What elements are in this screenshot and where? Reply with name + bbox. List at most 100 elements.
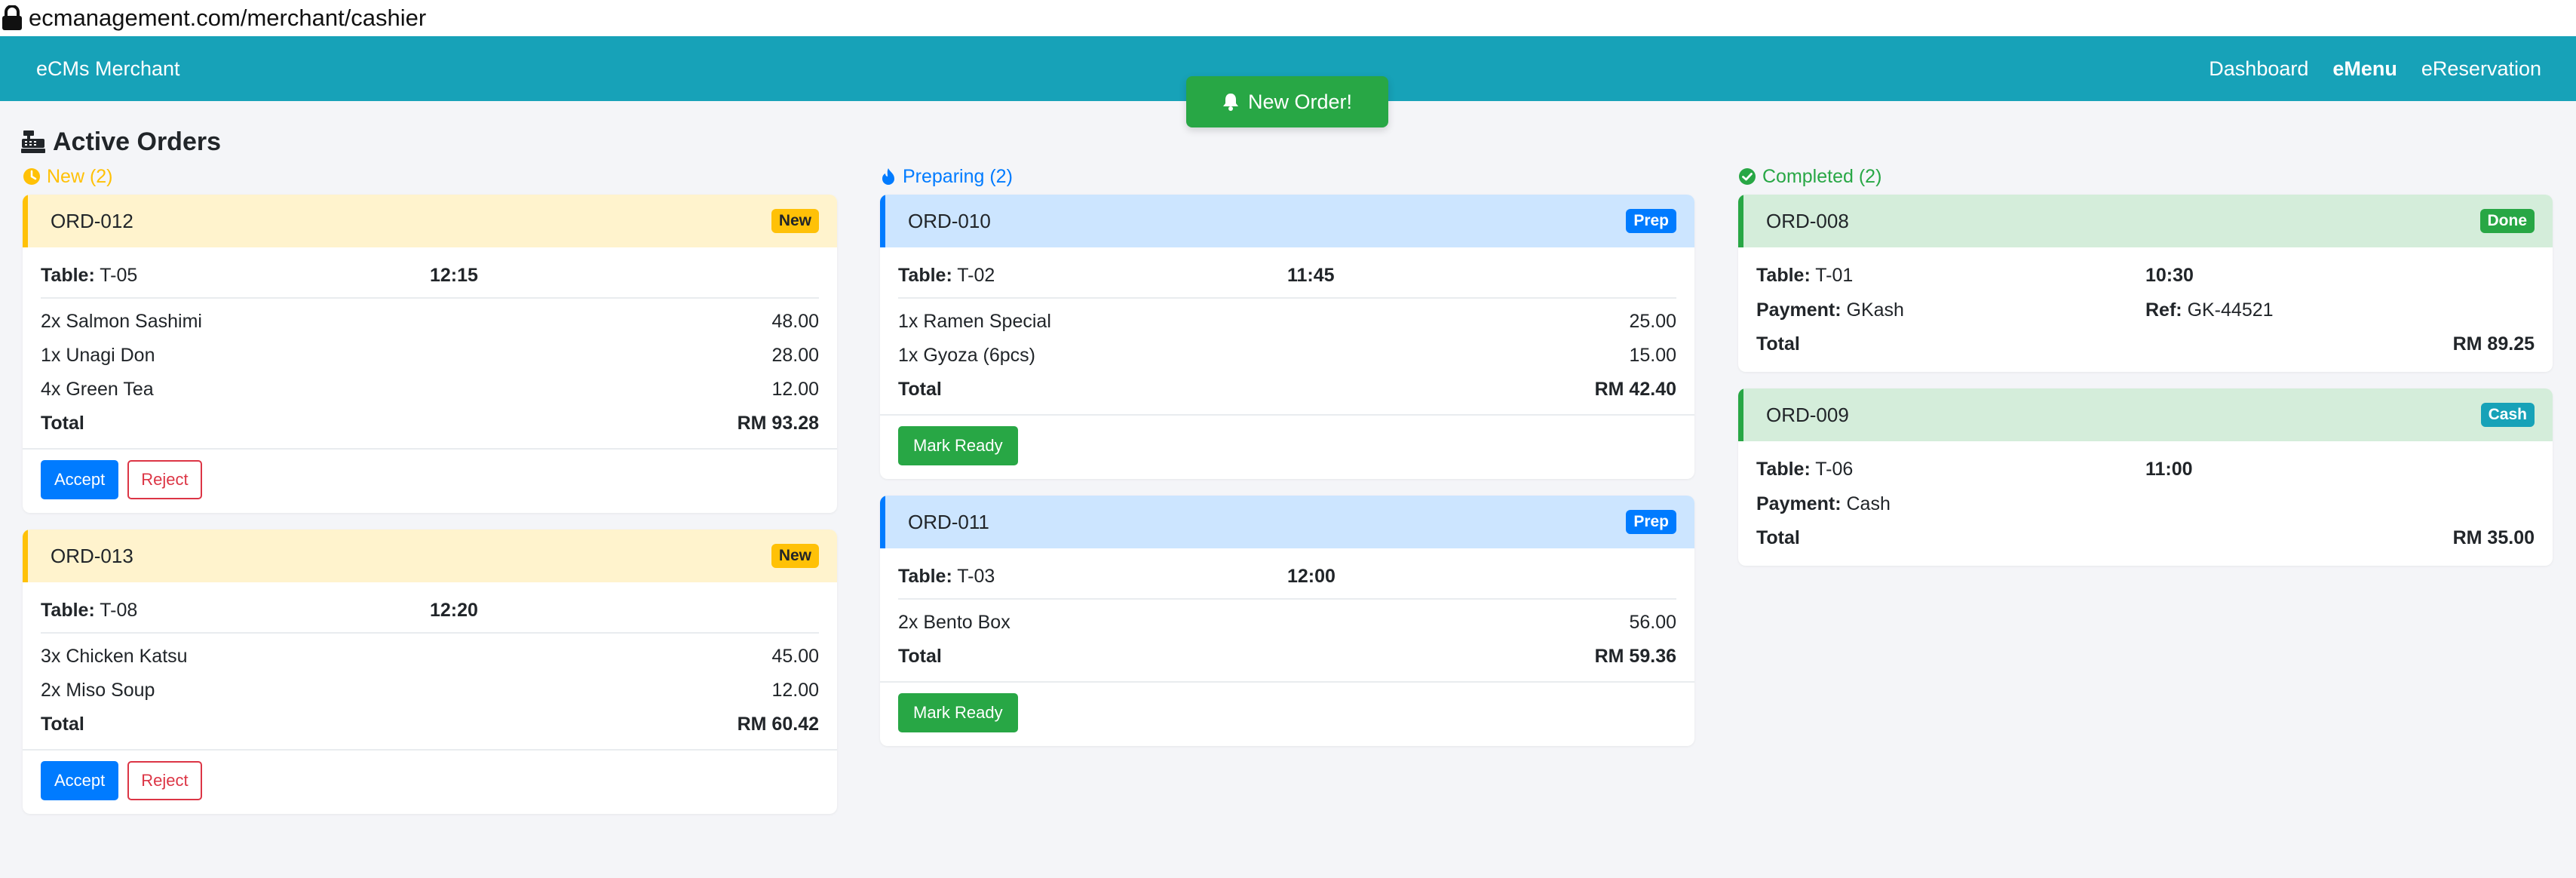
order-card-ord-009: ORD-009 Cash Table: T-06 11:00 Payment: … (1738, 388, 2553, 566)
order-actions: Accept Reject (23, 749, 837, 814)
order-payment-row: Payment: GKash Ref: GK-44521 (1756, 293, 2535, 327)
url-text: ecmanagement.com/merchant/cashier (29, 5, 427, 31)
column-completed-label: Completed (2) (1762, 165, 1882, 187)
order-total-row: Total RM 42.40 (898, 379, 1676, 400)
order-card-ord-008: ORD-008 Done Table: T-01 10:30 Payment: … (1738, 195, 2553, 372)
list-item: 1x Gyoza (6pcs) 15.00 (898, 345, 1676, 366)
column-new: New (2) ORD-012 New Table: T-05 12:15 2x… (23, 158, 837, 830)
order-card-body: Table: T-06 11:00 Payment: Cash Total RM … (1738, 452, 2553, 566)
order-info-row: Table: T-08 12:20 (41, 593, 819, 628)
status-badge: New (771, 544, 819, 568)
order-id: ORD-011 (908, 510, 989, 533)
bell-icon (1222, 94, 1238, 111)
order-time: 12:20 (430, 599, 478, 621)
list-item: 2x Miso Soup 12.00 (41, 680, 819, 701)
order-card-ord-011: ORD-011 Prep Table: T-03 12:00 2x Bento … (880, 496, 1694, 746)
cash-register-icon (21, 130, 45, 153)
order-payment: Payment: Cash (1756, 493, 1891, 514)
list-item: 3x Chicken Katsu 45.00 (41, 646, 819, 667)
order-actions: Mark Ready (880, 681, 1694, 746)
column-completed: Completed (2) ORD-008 Done Table: T-01 1… (1738, 158, 2553, 582)
order-table: Table: T-05 (41, 264, 138, 286)
accept-button[interactable]: Accept (41, 761, 119, 800)
order-card-ord-010: ORD-010 Prep Table: T-02 11:45 1x Ramen … (880, 195, 1694, 479)
accept-button[interactable]: Accept (41, 460, 119, 499)
clock-icon (23, 168, 40, 185)
order-time: 11:45 (1287, 264, 1335, 286)
order-card-header: ORD-013 New (23, 530, 837, 582)
order-payment-row: Payment: Cash (1756, 487, 2535, 521)
order-total-row: Total RM 93.28 (41, 413, 819, 434)
order-ref: Ref: GK-44521 (2145, 299, 2274, 321)
order-card-header: ORD-012 New (23, 195, 837, 247)
order-table: Table: T-01 (1756, 264, 1854, 286)
order-total-row: Total RM 60.42 (41, 714, 819, 735)
nav-link-dashboard[interactable]: Dashboard (2209, 57, 2308, 81)
order-card-body: Table: T-05 12:15 2x Salmon Sashimi 48.00… (23, 258, 837, 513)
lock-icon (2, 5, 22, 30)
order-payment: Payment: GKash (1756, 299, 1904, 321)
fire-icon (882, 168, 894, 185)
order-card-body: Table: T-08 12:20 3x Chicken Katsu 45.00 … (23, 593, 837, 814)
order-time: 12:15 (430, 264, 478, 286)
order-card-body: Table: T-01 10:30 Payment: GKash Ref: GK… (1738, 258, 2553, 372)
order-card-ord-013: ORD-013 New Table: T-08 12:20 3x Chicken… (23, 530, 837, 814)
column-completed-heading: Completed (2) (1738, 158, 2553, 195)
mark-ready-button[interactable]: Mark Ready (898, 693, 1018, 732)
order-info-row: Table: T-05 12:15 (41, 258, 819, 293)
order-info-row: Table: T-03 12:00 (898, 559, 1676, 594)
status-badge: Cash (2480, 403, 2535, 427)
nav-link-ereservation[interactable]: eReservation (2421, 57, 2541, 81)
order-time: 10:30 (2145, 264, 2194, 286)
column-preparing-label: Preparing (2) (903, 165, 1013, 187)
order-table: Table: T-03 (898, 565, 995, 587)
order-actions: Accept Reject (23, 448, 837, 513)
column-preparing: Preparing (2) ORD-010 Prep Table: T-02 1… (880, 158, 1694, 763)
order-table: Table: T-08 (41, 599, 138, 621)
order-card-header: ORD-008 Done (1738, 195, 2553, 247)
order-info-row: Table: T-02 11:45 (898, 258, 1676, 293)
list-item: 1x Ramen Special 25.00 (898, 311, 1676, 332)
order-id: ORD-012 (51, 209, 133, 232)
new-order-button[interactable]: New Order! (1186, 76, 1388, 127)
order-info-row: Table: T-01 10:30 (1756, 258, 2535, 293)
order-id: ORD-009 (1766, 403, 1849, 426)
column-preparing-heading: Preparing (2) (880, 158, 1694, 195)
reject-button[interactable]: Reject (127, 460, 202, 499)
order-card-body: Table: T-03 12:00 2x Bento Box 56.00 Tota… (880, 559, 1694, 746)
order-id: ORD-013 (51, 544, 133, 567)
order-card-header: ORD-011 Prep (880, 496, 1694, 548)
list-item: 2x Salmon Sashimi 48.00 (41, 311, 819, 332)
order-id: ORD-010 (908, 209, 991, 232)
reject-button[interactable]: Reject (127, 761, 202, 800)
list-item: 4x Green Tea 12.00 (41, 379, 819, 400)
list-item: 2x Bento Box 56.00 (898, 612, 1676, 633)
browser-url-bar[interactable]: ecmanagement.com/merchant/cashier (0, 0, 2576, 36)
order-card-header: ORD-010 Prep (880, 195, 1694, 247)
column-new-heading: New (2) (23, 158, 837, 195)
status-badge: Prep (1626, 209, 1676, 233)
order-table: Table: T-02 (898, 264, 995, 286)
mark-ready-button[interactable]: Mark Ready (898, 426, 1018, 465)
order-time: 12:00 (1287, 565, 1336, 587)
column-new-label: New (2) (47, 165, 113, 187)
order-id: ORD-008 (1766, 209, 1849, 232)
list-item: 1x Unagi Don 28.00 (41, 345, 819, 366)
order-card-header: ORD-009 Cash (1738, 388, 2553, 441)
brand-link[interactable]: eCMs Merchant (36, 57, 180, 81)
order-time: 11:00 (2145, 458, 2193, 480)
check-circle-icon (1739, 168, 1756, 185)
order-table: Table: T-06 (1756, 458, 1854, 480)
order-total-row: Total RM 35.00 (1756, 527, 2535, 548)
page-title-text: Active Orders (53, 127, 221, 156)
status-badge: New (771, 209, 819, 233)
new-order-label: New Order! (1247, 90, 1353, 113)
status-badge: Prep (1626, 510, 1676, 534)
order-actions: Mark Ready (880, 414, 1694, 479)
order-card-ord-012: ORD-012 New Table: T-05 12:15 2x Salmon … (23, 195, 837, 513)
page-title: Active Orders (21, 124, 221, 160)
status-badge: Done (2479, 209, 2535, 233)
order-info-row: Table: T-06 11:00 (1756, 452, 2535, 487)
nav-link-emenu[interactable]: eMenu (2332, 57, 2397, 81)
order-total-row: Total RM 59.36 (898, 646, 1676, 667)
